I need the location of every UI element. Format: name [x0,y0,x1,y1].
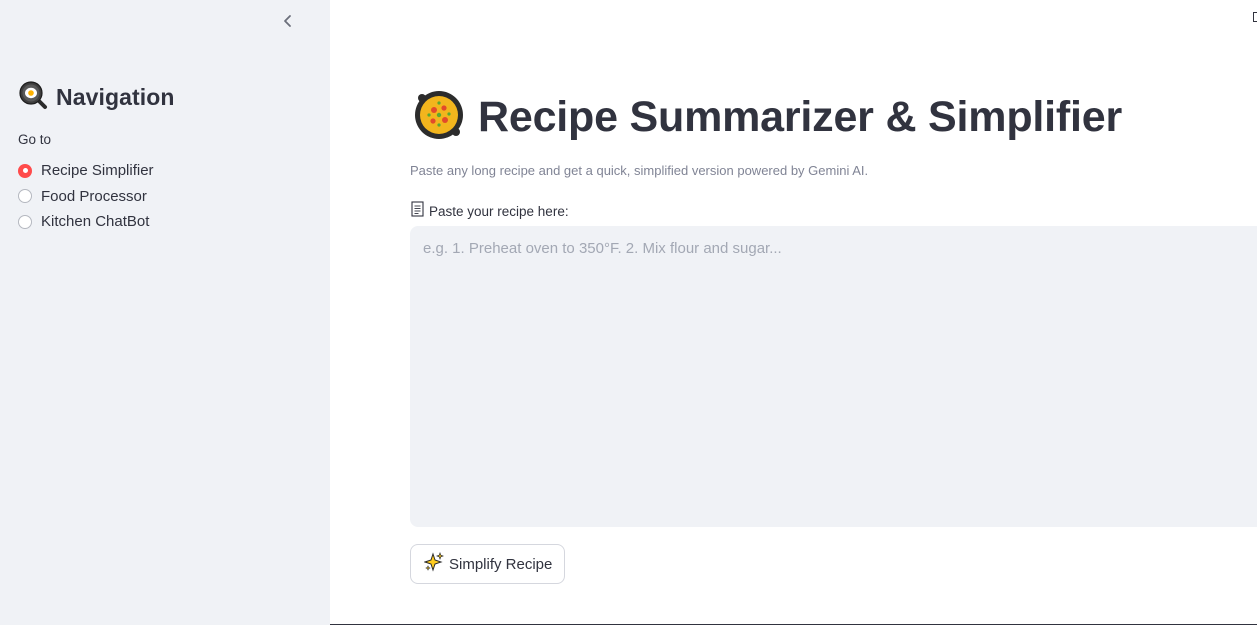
page-subtitle: Paste any long recipe and get a quick, s… [410,163,869,178]
radio-button[interactable] [18,189,32,204]
page-document-icon [410,201,425,222]
recipe-textarea[interactable] [410,226,1257,527]
radio-button-selected[interactable] [18,163,32,178]
recipe-field-label-row: Paste your recipe here: [410,201,569,222]
sidebar: Navigation Go to Recipe Simplifier Food … [0,0,330,625]
radio-group-label: Go to [18,132,52,147]
sparkles-icon [423,551,445,577]
radio-option-food-processor[interactable]: Food Processor [18,184,154,210]
sidebar-header: Navigation [18,80,175,115]
page-header: Recipe Summarizer & Simplifier [412,88,1122,147]
menu-edge-icon[interactable] [1253,12,1257,22]
chevron-left-icon [282,14,294,33]
recipe-field-label: Paste your recipe here: [429,204,569,219]
radio-option-label: Recipe Simplifier [41,162,154,180]
radio-option-label: Food Processor [41,187,147,205]
radio-option-kitchen-chatbot[interactable]: Kitchen ChatBot [18,209,154,235]
main-content: Recipe Summarizer & Simplifier Paste any… [330,0,1257,625]
page-title: Recipe Summarizer & Simplifier [478,93,1122,141]
navigation-radio-group: Recipe Simplifier Food Processor Kitchen… [18,158,154,235]
simplify-recipe-button-label: Simplify Recipe [449,555,553,573]
sidebar-title: Navigation [56,84,175,110]
paella-pan-icon [412,88,466,147]
radio-option-label: Kitchen ChatBot [41,213,150,231]
app-window: Navigation Go to Recipe Simplifier Food … [0,0,1257,625]
sidebar-collapse-button[interactable] [277,12,299,34]
simplify-recipe-button[interactable]: Simplify Recipe [410,544,566,584]
radio-option-recipe-simplifier[interactable]: Recipe Simplifier [18,158,154,184]
radio-button[interactable] [18,214,32,229]
frying-pan-egg-icon [18,80,48,115]
